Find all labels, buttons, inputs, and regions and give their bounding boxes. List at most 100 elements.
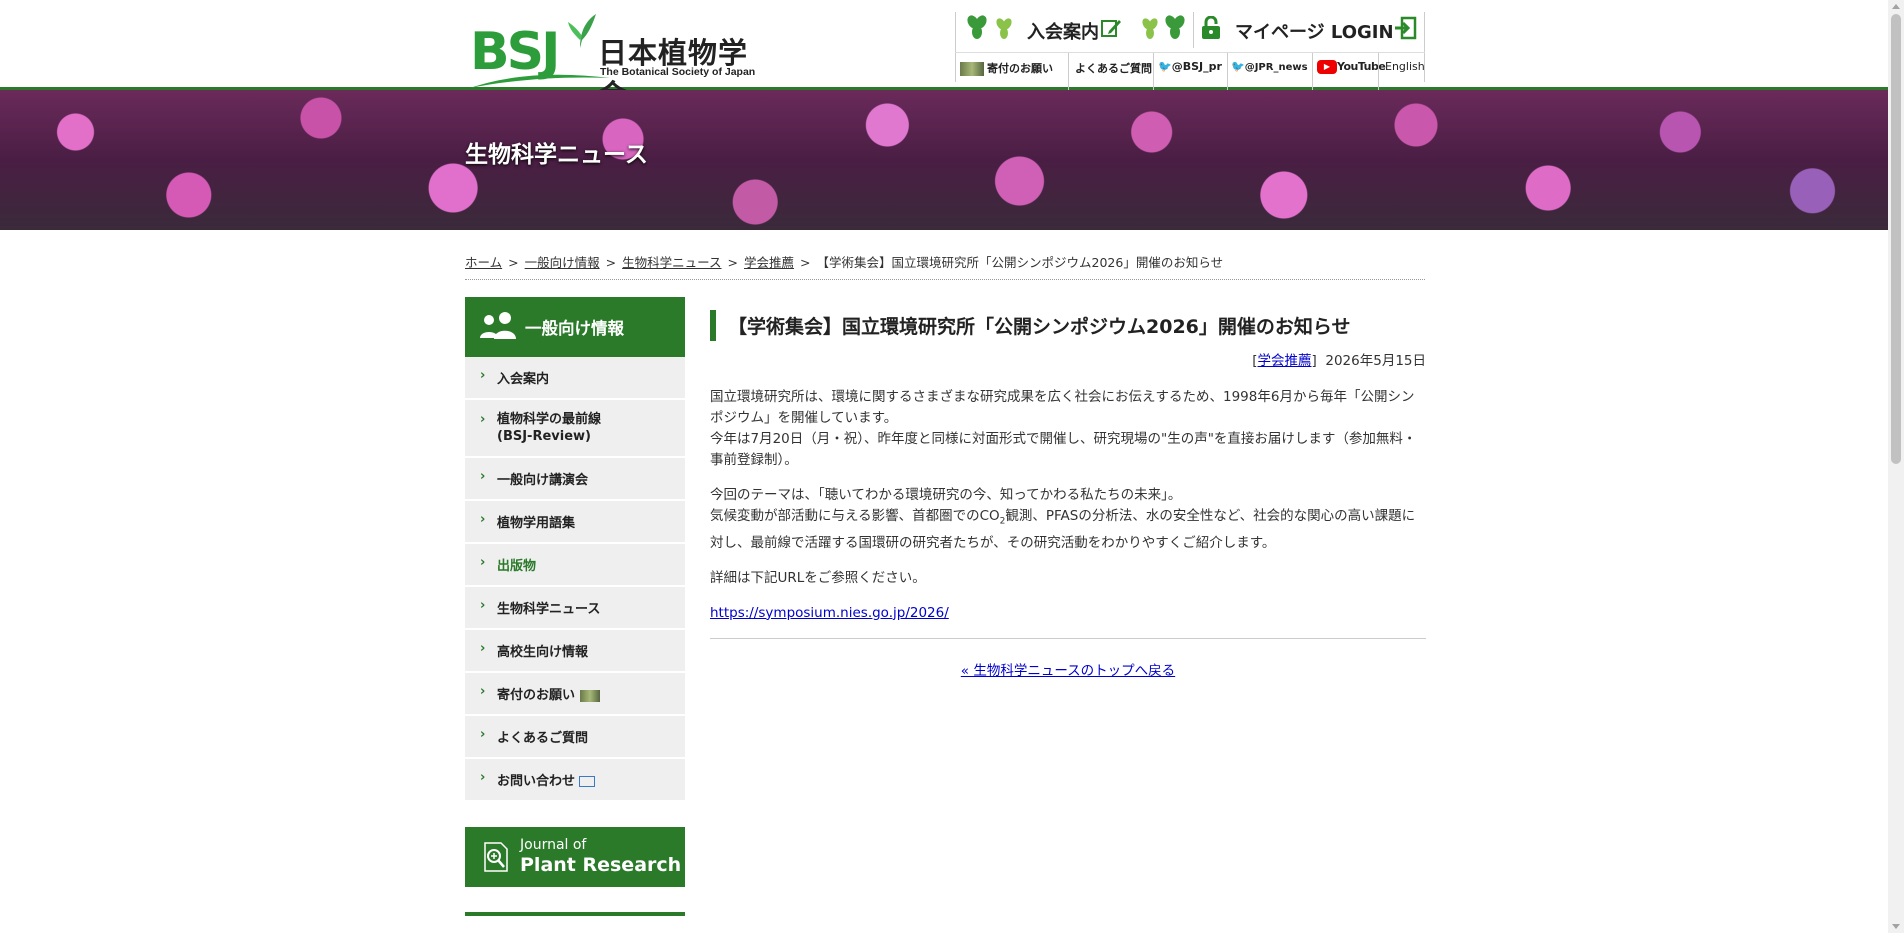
sidebar-item-label: 出版物 xyxy=(497,559,537,574)
scroll-up-icon[interactable] xyxy=(1892,4,1900,9)
breadcrumb: ホーム > 一般向け情報 > 生物科学ニュース > 学会推薦 > 【学術集会】国立環境研究所「公… xyxy=(465,252,1425,280)
sidebar-item-glossary[interactable]: › 植物学用語集 xyxy=(465,501,685,544)
article-paragraph: 国立環境研究所は、環境に関するさまざまな研究成果を広く社会にお伝えするため、19… xyxy=(710,387,1426,471)
twitter-bsj-label: @BSJ_pr xyxy=(1171,60,1222,73)
sidebar-item-label: 入会案内 xyxy=(497,372,550,387)
sidebar-item-join[interactable]: › 入会案内 xyxy=(465,357,685,400)
divider xyxy=(1153,53,1154,91)
sidebar-item-label: 植物学用語集 xyxy=(497,516,576,531)
divider xyxy=(1193,12,1194,48)
donate-label: 寄付のお願い xyxy=(987,62,1053,75)
chevron-right-icon: › xyxy=(480,684,486,699)
sidebar-item-review[interactable]: › 植物科学の最前線 (BSJ-Review) xyxy=(465,400,685,458)
twitter-jpr-link[interactable]: 🐦@JPR_news xyxy=(1231,60,1308,73)
sidebar-item-label: 植物科学の最前線 xyxy=(497,412,602,427)
mypage-login-link[interactable]: マイページ LOGIN xyxy=(1235,18,1394,44)
sidebar-item-highschool[interactable]: › 高校生向け情報 xyxy=(465,630,685,673)
top-nav: 入会案内 マイページ LOGIN 寄付のお願い よくあるご質問 🐦@BSJ_pr… xyxy=(955,12,1425,91)
article-paragraph: https://symposium.nies.go.jp/2026/ xyxy=(710,603,1426,624)
back-nav: « 生物科学ニュースのトップへ戻る xyxy=(710,637,1426,679)
symposium-url-link[interactable]: https://symposium.nies.go.jp/2026/ xyxy=(710,605,949,621)
sidebar-item-label: 高校生向け情報 xyxy=(497,645,589,660)
scrollbar[interactable] xyxy=(1888,0,1904,933)
sidebar-item-label: 寄付のお願い xyxy=(497,688,576,703)
chevron-right-icon: › xyxy=(480,727,486,742)
breadcrumb-separator: > xyxy=(605,255,617,270)
twitter-icon: 🐦 xyxy=(1231,60,1245,73)
article-paragraph: 詳細は下記URLをご参照ください。 xyxy=(710,568,1426,589)
sidebar-item-contact[interactable]: › お問い合わせ xyxy=(465,759,685,802)
article-meta: [学会推薦] 2026年5月15日 xyxy=(1252,353,1426,369)
login-icon[interactable] xyxy=(1393,16,1417,40)
breadcrumb-separator: > xyxy=(800,255,811,270)
jpr-line1: Journal of xyxy=(520,837,587,853)
article-text: 今年は7月20日（月・祝）、昨年度と同様に対面形式で開催し、研究現場の"生の声"… xyxy=(710,431,1417,468)
breadcrumb-separator: > xyxy=(508,255,519,270)
breadcrumb-current: 【学術集会】国立環境研究所「公開シンポジウム2026」開催のお知らせ xyxy=(816,255,1224,270)
sidebar-item-sublabel: (BSJ-Review) xyxy=(497,429,591,444)
scroll-down-icon[interactable] xyxy=(1892,924,1900,929)
site-logo[interactable]: BSJ 日本植物学会 The Botanical Society of Japa… xyxy=(470,10,770,112)
youtube-icon: ▶ xyxy=(1317,60,1337,74)
article: 【学術集会】国立環境研究所「公開シンポジウム2026」開催のお知らせ [学会推薦… xyxy=(710,310,1426,679)
edit-icon xyxy=(1101,20,1121,37)
divider xyxy=(1312,53,1313,91)
english-link[interactable]: English xyxy=(1385,60,1425,73)
leaves-icon xyxy=(967,15,1012,39)
donate-link[interactable]: 寄付のお願い xyxy=(960,60,1053,76)
article-text: 国立環境研究所は、環境に関するさまざまな研究成果を広く社会にお伝えするため、19… xyxy=(710,389,1415,426)
article-text: 詳細は下記URLをご参照ください。 xyxy=(710,569,926,586)
divider xyxy=(1068,53,1069,91)
article-category-link[interactable]: 学会推薦 xyxy=(1258,353,1312,369)
chevron-right-icon: › xyxy=(480,469,486,484)
sidebar-item-news[interactable]: › 生物科学ニュース xyxy=(465,587,685,630)
chevron-right-icon: › xyxy=(480,555,486,570)
sidebar-item-faq[interactable]: › よくあるご質問 xyxy=(465,716,685,759)
article-title: 【学術集会】国立環境研究所「公開シンポジウム2026」開催のお知らせ xyxy=(710,310,1426,341)
breadcrumb-general[interactable]: 一般向け情報 xyxy=(525,255,600,270)
back-to-news-link[interactable]: « 生物科学ニュースのトップへ戻る xyxy=(961,663,1175,679)
mail-icon xyxy=(579,776,596,787)
breadcrumb-category[interactable]: 学会推薦 xyxy=(744,255,794,270)
youtube-link[interactable]: ▶ YouTube xyxy=(1317,60,1386,74)
sidebar-heading-label: 一般向け情報 xyxy=(525,319,624,338)
twitter-bsj-link[interactable]: 🐦@BSJ_pr xyxy=(1158,60,1222,73)
article-paragraph: 今回のテーマは、「聴いてわかる環境研究の今、知ってかわる私たちの未来」。 気候変動… xyxy=(710,485,1426,554)
site-header: BSJ 日本植物学会 The Botanical Society of Japa… xyxy=(0,0,1888,112)
sidebar-item-lectures[interactable]: › 一般向け講演会 xyxy=(465,458,685,501)
chevron-right-icon: › xyxy=(480,512,486,527)
sidebar-heading: 一般向け情報 xyxy=(465,297,685,357)
chevron-right-icon: › xyxy=(480,641,486,656)
chevron-right-icon: › xyxy=(480,770,486,785)
scrollbar-thumb[interactable] xyxy=(1891,14,1901,464)
donate-thumbnail-icon xyxy=(960,62,984,76)
sidebar-item-publications[interactable]: › 出版物 xyxy=(465,544,685,587)
sidebar-item-donate[interactable]: › 寄付のお願い xyxy=(465,673,685,716)
article-text: 今回のテーマは、「聴いてわかる環境研究の今、知ってかわる私たちの未来」。 xyxy=(710,487,1182,503)
chevron-right-icon: › xyxy=(480,412,486,427)
article-body: 国立環境研究所は、環境に関するさまざまな研究成果を広く社会にお伝えするため、19… xyxy=(710,387,1426,624)
donate-thumbnail-icon xyxy=(579,689,600,702)
sidebar-item-label: お問い合わせ xyxy=(497,774,576,789)
top-nav-row2: 寄付のお願い よくあるご質問 🐦@BSJ_pr 🐦@JPR_news ▶ YouT… xyxy=(955,52,1425,91)
divider xyxy=(1227,53,1228,91)
faq-link[interactable]: よくあるご質問 xyxy=(1075,60,1152,76)
hero-banner: 生物科学ニュース xyxy=(0,90,1888,230)
logo-name-en: The Botanical Society of Japan xyxy=(600,66,756,78)
chevron-right-icon: › xyxy=(480,598,486,613)
logo-swoosh-icon xyxy=(470,74,610,88)
top-nav-row1: 入会案内 マイページ LOGIN xyxy=(955,12,1425,48)
leaves-icon xyxy=(1142,15,1185,39)
chevron-right-icon: › xyxy=(480,368,486,383)
join-link[interactable]: 入会案内 xyxy=(1027,18,1099,44)
jpr-line2: Plant Research xyxy=(520,854,682,876)
breadcrumb-news[interactable]: 生物科学ニュース xyxy=(622,255,721,270)
jpr-banner[interactable]: Journal of Plant Research xyxy=(465,827,685,887)
breadcrumb-separator: > xyxy=(727,255,738,270)
search-document-icon xyxy=(484,842,508,872)
sidebar-item-label: 生物科学ニュース xyxy=(497,602,601,617)
divider xyxy=(1378,53,1379,91)
breadcrumb-home[interactable]: ホーム xyxy=(465,255,502,270)
article-text: 気候変動が部活動に与える影響、首都圏でのCO xyxy=(710,508,1000,524)
twitter-icon: 🐦 xyxy=(1158,60,1172,73)
